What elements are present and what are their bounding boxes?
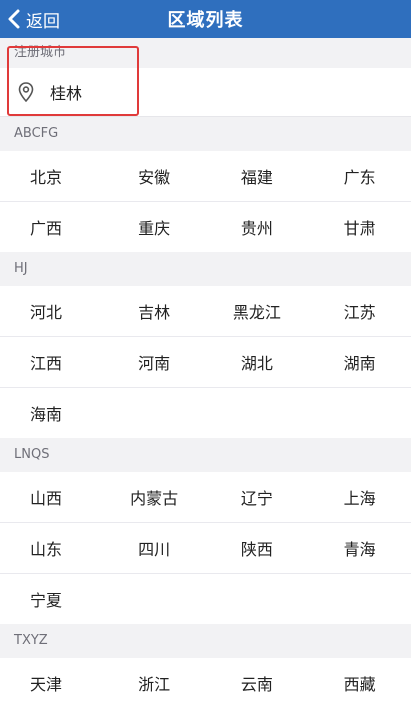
region-item[interactable]: 江西 (0, 350, 103, 374)
page-title: 区域列表 (167, 10, 244, 31)
registered-city-name: 桂林 (50, 84, 83, 103)
region-grid: 河北 吉林 黑龙江 江苏 江西 河南 湖北 湖南 海南 (0, 286, 411, 438)
back-label: 返回 (26, 11, 60, 32)
region-item[interactable]: 重庆 (103, 215, 206, 239)
region-item[interactable]: 辽宁 (206, 485, 309, 509)
region-row: 北京 安徽 福建 广东 (0, 151, 411, 202)
region-item[interactable]: 山西 (0, 485, 103, 509)
region-item[interactable]: 陕西 (206, 536, 309, 560)
section-header: ABCFG (0, 117, 411, 151)
region-row: 河北 吉林 黑龙江 江苏 (0, 286, 411, 337)
region-item[interactable]: 湖北 (206, 350, 309, 374)
region-grid: 北京 安徽 福建 广东 广西 重庆 贵州 甘肃 (0, 151, 411, 252)
region-item[interactable]: 黑龙江 (206, 299, 309, 323)
registered-city-row[interactable]: 桂林 (0, 68, 411, 117)
region-item[interactable]: 西藏 (308, 671, 411, 695)
region-item[interactable]: 吉林 (103, 299, 206, 323)
region-row: 天津 浙江 云南 西藏 (0, 658, 411, 708)
navbar: 返回 区域列表 (0, 0, 411, 38)
region-row: 山东 四川 陕西 青海 (0, 523, 411, 574)
region-item[interactable]: 天津 (0, 671, 103, 695)
region-item[interactable]: 江苏 (308, 299, 411, 323)
region-row: 江西 河南 湖北 湖南 (0, 337, 411, 388)
region-row: 海南 (0, 388, 411, 438)
region-item[interactable]: 云南 (206, 671, 309, 695)
section-header: HJ (0, 252, 411, 286)
region-item[interactable]: 青海 (308, 536, 411, 560)
region-row: 宁夏 (0, 574, 411, 624)
section-header: LNQS (0, 438, 411, 472)
region-item[interactable]: 河北 (0, 299, 103, 323)
registered-city-header: 注册城市 (0, 38, 411, 68)
region-item[interactable]: 四川 (103, 536, 206, 560)
region-item[interactable]: 北京 (0, 164, 103, 188)
region-grid: 天津 浙江 云南 西藏 (0, 658, 411, 708)
region-item[interactable]: 宁夏 (0, 587, 103, 611)
location-pin-icon (18, 82, 34, 102)
region-item[interactable]: 福建 (206, 164, 309, 188)
region-row: 广西 重庆 贵州 甘肃 (0, 202, 411, 252)
region-item[interactable]: 上海 (308, 485, 411, 509)
region-item[interactable]: 广东 (308, 164, 411, 188)
region-item[interactable]: 海南 (0, 401, 103, 425)
region-item[interactable]: 甘肃 (308, 215, 411, 239)
region-sections: ABCFG 北京 安徽 福建 广东 广西 重庆 贵州 甘肃 HJ 河北 吉林 黑龙江 江苏 江西 河南 湖北 湖南… (0, 117, 411, 708)
region-grid: 山西 内蒙古 辽宁 上海 山东 四川 陕西 青海 宁夏 (0, 472, 411, 624)
chevron-left-icon (8, 9, 20, 29)
region-row: 山西 内蒙古 辽宁 上海 (0, 472, 411, 523)
region-item[interactable]: 浙江 (103, 671, 206, 695)
region-item[interactable]: 内蒙古 (103, 485, 206, 509)
back-button[interactable]: 返回 (6, 0, 60, 38)
section-header: TXYZ (0, 624, 411, 658)
region-item[interactable]: 湖南 (308, 350, 411, 374)
region-item[interactable]: 贵州 (206, 215, 309, 239)
region-item[interactable]: 安徽 (103, 164, 206, 188)
region-item[interactable]: 河南 (103, 350, 206, 374)
region-item[interactable]: 广西 (0, 215, 103, 239)
region-item[interactable]: 山东 (0, 536, 103, 560)
